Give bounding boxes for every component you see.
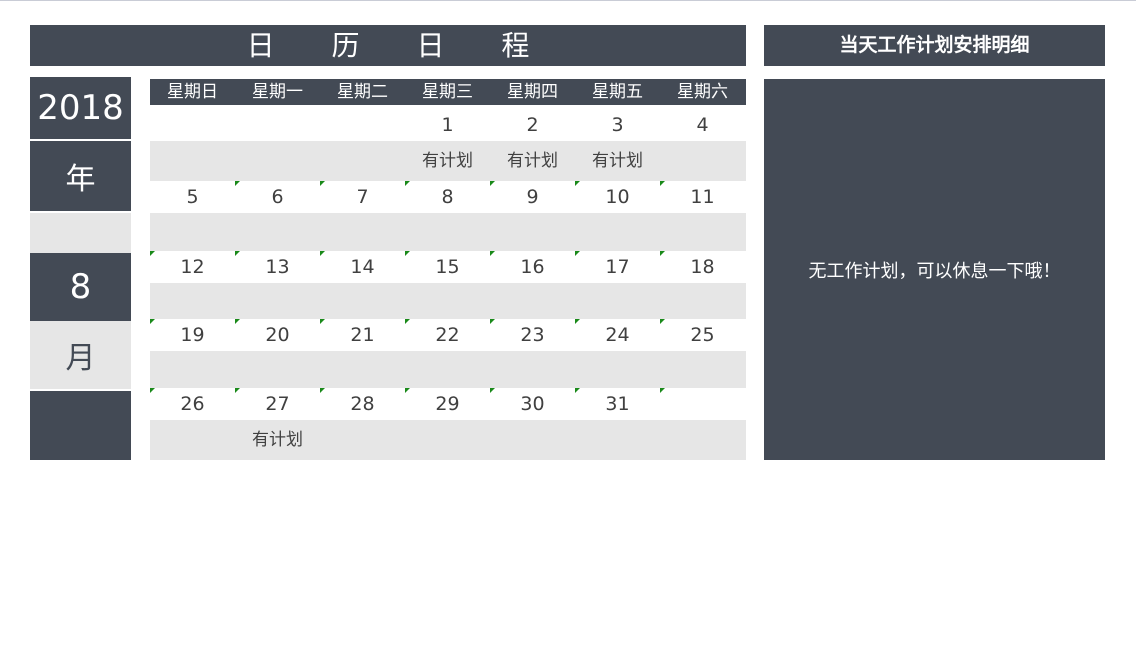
month-value[interactable]: 8 (30, 253, 131, 321)
detail-panel: 无工作计划，可以休息一下哦！ (764, 79, 1105, 460)
plan-cell (405, 213, 490, 253)
plan-cell (320, 351, 405, 391)
weekday-sun: 星期日 (167, 82, 218, 102)
day-cell[interactable]: 23 (490, 319, 575, 351)
day-cell[interactable]: 3 (575, 109, 660, 141)
plan-cell (660, 283, 745, 323)
day-cell[interactable]: 17 (575, 251, 660, 283)
plan-cell (405, 420, 490, 460)
weekday-fri: 星期五 (592, 82, 643, 102)
plan-cell: 有计划 (252, 430, 303, 450)
weekday-tue: 星期二 (337, 82, 388, 102)
day-cell[interactable]: 16 (490, 251, 575, 283)
day-cell[interactable]: 15 (405, 251, 490, 283)
week-row: 12 13 14 15 16 17 18 (150, 251, 746, 323)
week-row: 19 20 21 22 23 24 25 (150, 319, 746, 391)
plan-cell (575, 283, 660, 323)
day-cell[interactable]: 13 (235, 251, 320, 283)
plan-cell (575, 213, 660, 253)
detail-message: 无工作计划，可以休息一下哦！ (808, 260, 1061, 282)
weekday-mon: 星期一 (252, 82, 303, 102)
plan-cell: 有计划 (422, 151, 473, 171)
plan-cell (320, 283, 405, 323)
day-cell[interactable]: 9 (490, 181, 575, 213)
plan-cell (235, 141, 320, 181)
spacer-cell-bottom (30, 391, 131, 460)
plan-cell: 有计划 (507, 151, 558, 171)
plan-cell (320, 141, 405, 181)
year-month-column: 2018 年 8 月 (30, 77, 131, 460)
day-cell[interactable]: 25 (660, 319, 745, 351)
plan-cell: 有计划 (592, 151, 643, 171)
day-cell[interactable]: 10 (575, 181, 660, 213)
weekday-sat: 星期六 (677, 82, 728, 102)
month-label: 月 (30, 321, 131, 389)
day-cell[interactable]: 14 (320, 251, 405, 283)
year-label: 年 (30, 141, 131, 211)
day-cell[interactable]: 27 (235, 388, 320, 420)
plan-cell (235, 213, 320, 253)
day-cell[interactable]: 1 (405, 109, 490, 141)
plan-cell (320, 213, 405, 253)
page-title: 日 历 日 程 (30, 25, 746, 66)
day-cell[interactable]: 5 (150, 181, 235, 213)
day-cell[interactable]: 26 (150, 388, 235, 420)
plan-cell (490, 283, 575, 323)
plan-cell (320, 420, 405, 460)
plan-cell (405, 283, 490, 323)
plan-cell (405, 351, 490, 391)
day-cell[interactable]: 11 (660, 181, 745, 213)
plan-cell (660, 213, 745, 253)
day-cell[interactable]: 24 (575, 319, 660, 351)
day-cell[interactable]: 20 (235, 319, 320, 351)
day-cell[interactable] (235, 109, 320, 141)
weekday-thu: 星期四 (507, 82, 558, 102)
plan-cell (150, 141, 235, 181)
plan-cell (490, 213, 575, 253)
day-cell[interactable] (660, 388, 745, 420)
day-cell[interactable]: 30 (490, 388, 575, 420)
week-row: 5 6 7 8 9 10 11 (150, 181, 746, 253)
week-row: 1 2 3 4 有计划 有计划 有计划 (150, 109, 746, 181)
day-cell[interactable]: 8 (405, 181, 490, 213)
day-cell[interactable]: 6 (235, 181, 320, 213)
day-cell[interactable]: 7 (320, 181, 405, 213)
weekday-header: 星期日 星期一 星期二 星期三 星期四 星期五 星期六 (150, 79, 746, 105)
day-cell[interactable]: 19 (150, 319, 235, 351)
plan-cell (150, 351, 235, 391)
day-cell[interactable]: 21 (320, 319, 405, 351)
plan-cell (575, 420, 660, 460)
week-row: 26 27 28 29 30 31 有计划 (150, 388, 746, 460)
plan-cell (575, 351, 660, 391)
plan-cell (150, 283, 235, 323)
day-cell[interactable] (150, 109, 235, 141)
day-cell[interactable]: 4 (660, 109, 745, 141)
day-cell[interactable]: 18 (660, 251, 745, 283)
plan-cell (235, 351, 320, 391)
day-cell[interactable]: 12 (150, 251, 235, 283)
plan-cell (150, 420, 235, 460)
detail-title: 当天工作计划安排明细 (764, 25, 1105, 66)
day-cell[interactable]: 2 (490, 109, 575, 141)
day-cell[interactable] (320, 109, 405, 141)
plan-cell (490, 351, 575, 391)
calendar-page: 日 历 日 程 当天工作计划安排明细 2018 年 8 月 星期日 星期一 星期… (0, 0, 1136, 654)
weekday-wed: 星期三 (422, 82, 473, 102)
calendar-grid: 星期日 星期一 星期二 星期三 星期四 星期五 星期六 1 2 3 4 有计划 … (150, 79, 746, 460)
plan-cell (235, 283, 320, 323)
day-cell[interactable]: 29 (405, 388, 490, 420)
plan-cell (660, 351, 745, 391)
day-cell[interactable]: 22 (405, 319, 490, 351)
plan-cell (660, 420, 745, 460)
plan-cell (660, 141, 745, 181)
spacer-cell (30, 213, 131, 253)
plan-cell (490, 420, 575, 460)
year-value[interactable]: 2018 (30, 77, 131, 139)
plan-cell (150, 213, 235, 253)
day-cell[interactable]: 31 (575, 388, 660, 420)
day-cell[interactable]: 28 (320, 388, 405, 420)
